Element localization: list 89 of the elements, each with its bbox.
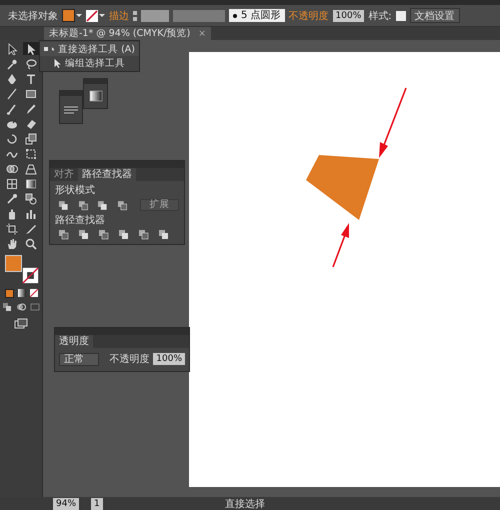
document-tab[interactable]: 未标题-1* @ 94% (CMYK/预览) × [44, 27, 211, 40]
lasso-icon [24, 58, 36, 70]
hand-icon [6, 238, 18, 250]
brush-icon [6, 102, 18, 114]
shape-mode-icon[interactable] [116, 200, 128, 210]
bar-chart-icon [24, 208, 36, 220]
panel-tab[interactable]: 对齐 [50, 168, 78, 181]
tool-button[interactable] [22, 132, 38, 145]
tool-button[interactable] [22, 42, 38, 55]
collapsed-panel[interactable] [59, 90, 83, 124]
style-label: 样式: [368, 10, 392, 22]
tool-button[interactable] [4, 222, 20, 235]
color-mode-button[interactable] [4, 289, 14, 298]
pathfinder-icon[interactable] [58, 229, 69, 240]
blend-icon [24, 192, 36, 204]
perspective-grid-icon [24, 162, 36, 174]
status-text: 直接选择 [224, 498, 265, 510]
selection-status: 未选择对象 [8, 10, 58, 22]
pen-nib-icon [6, 72, 18, 84]
gradient-mode-button[interactable] [18, 289, 26, 297]
blob-brush-icon [6, 118, 18, 130]
zoom-field[interactable]: 94% [53, 498, 80, 510]
draw-normal-icon[interactable] [2, 302, 12, 312]
shape-mode-icon[interactable] [58, 200, 69, 210]
shape-mode-icon[interactable] [78, 200, 88, 210]
fill-color-swatch[interactable] [5, 255, 22, 272]
rotate-icon [6, 132, 18, 144]
arrow-cursor-icon [6, 42, 18, 54]
dropdown-arrow-icon[interactable] [99, 14, 105, 17]
artboard-field[interactable]: 1 [91, 498, 103, 510]
eyedropper-icon [6, 192, 18, 204]
opacity-link[interactable]: 不透明度 [288, 8, 329, 22]
shape-builder-icon [6, 162, 18, 174]
section-label: 路径查找器 [55, 214, 106, 227]
close-tab-button[interactable]: × [198, 28, 206, 38]
type-tool-icon [24, 72, 36, 84]
draw-inside-icon[interactable] [30, 302, 40, 312]
stroke-link[interactable]: 描边 [109, 8, 129, 22]
menu-lines-icon [63, 104, 79, 114]
arrow [332, 223, 349, 268]
fill-swatch[interactable] [62, 9, 75, 22]
pencil-icon [24, 102, 36, 114]
bullet-icon [44, 47, 48, 51]
dropdown-arrow-icon[interactable] [76, 14, 82, 17]
gradient-swatch-icon [88, 90, 102, 102]
menu-item[interactable]: 直接选择工具 (A) [40, 42, 139, 56]
artboard-icon [6, 222, 18, 234]
shape-mode-icon[interactable] [97, 200, 108, 210]
expand-button[interactable]: 扩展 [140, 199, 179, 211]
quadrilateral-shape[interactable] [306, 155, 379, 220]
pathfinder-icon[interactable] [158, 229, 169, 240]
stroke-none-swatch[interactable] [22, 267, 39, 284]
spinner-arrows-icon[interactable] [133, 10, 137, 20]
tool-button[interactable] [22, 192, 38, 205]
pathfinder-icon[interactable] [118, 229, 129, 240]
magnifier-icon [24, 238, 36, 250]
opacity-field[interactable]: 100% [153, 353, 185, 365]
style-swatch[interactable] [396, 10, 406, 20]
collapsed-panel[interactable] [83, 78, 108, 109]
line-icon [6, 88, 18, 100]
stroke-weight-field[interactable] [141, 10, 169, 22]
opacity-field[interactable]: 100% [332, 10, 364, 22]
eraser-icon [24, 118, 36, 130]
gradient-icon [24, 178, 36, 190]
panel-tab[interactable]: 透明度 [55, 335, 93, 348]
brush-dropdown[interactable]: 5 点圆形 [229, 9, 285, 22]
mesh-icon [6, 178, 18, 190]
stroke-swatch[interactable] [86, 10, 98, 22]
none-mode-button[interactable] [30, 289, 38, 297]
pathfinder-icon[interactable] [78, 229, 89, 240]
panel-tab[interactable]: 路径查找器 [78, 168, 136, 181]
arrow [379, 88, 407, 158]
tool-button[interactable] [22, 162, 38, 175]
opacity-label: 不透明度 [109, 352, 150, 366]
magic-wand-icon [6, 58, 18, 70]
scale-icon [24, 132, 36, 144]
tool-button[interactable] [4, 162, 20, 175]
document-title: 未标题-1* @ 94% (CMYK/预览) [49, 27, 190, 40]
pathfinder-icon[interactable] [138, 229, 149, 240]
blend-mode-dropdown[interactable]: 正常 [59, 352, 100, 366]
document-setup-button[interactable]: 文档设置 [410, 8, 460, 23]
draw-behind-icon[interactable] [16, 302, 26, 312]
menu-item[interactable]: 编组选择工具 [40, 56, 139, 70]
section-label: 形状模式 [55, 184, 96, 197]
screen-mode-icon[interactable] [14, 318, 28, 330]
rectangle-icon [24, 88, 36, 100]
free-transform-icon [24, 148, 36, 160]
knife-icon [24, 222, 36, 234]
pathfinder-icon[interactable] [98, 229, 109, 240]
